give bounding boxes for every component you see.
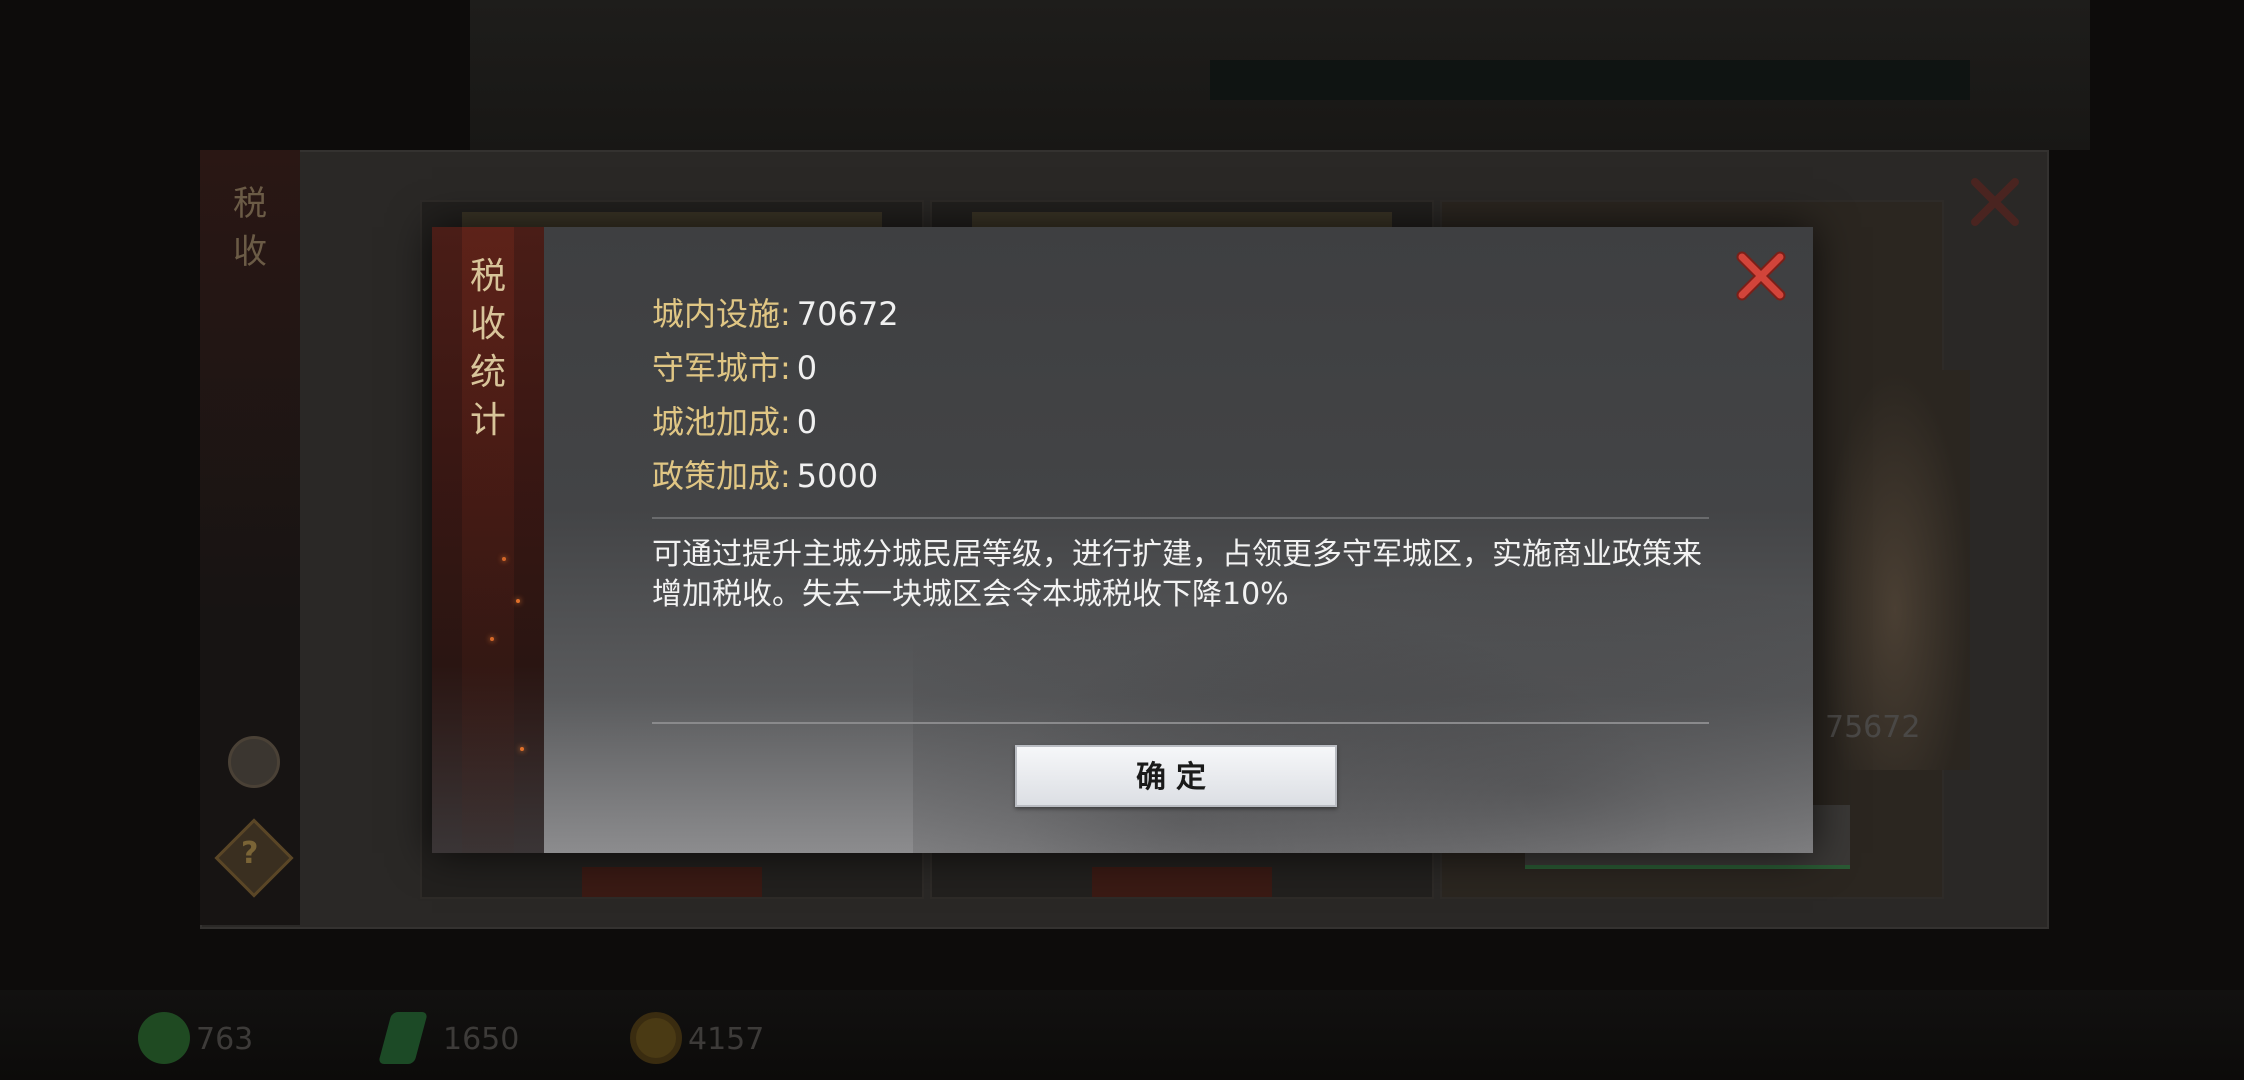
stat-row-garrison-cities: 守军城市: 0 [652, 341, 899, 395]
background-topbar [470, 0, 2090, 150]
background-book-icon [228, 736, 280, 788]
stats-list: 城内设施: 70672 守军城市: 0 城池加成: 0 政策加成: 5000 [652, 287, 899, 503]
stat-value: 70672 [796, 295, 899, 333]
resource-value: 1650 [443, 1022, 520, 1057]
tax-description: 可通过提升主城分城民居等级，进行扩建，占领更多守军城区，实施商业政策来增加税收。… [652, 537, 1702, 612]
divider [652, 722, 1709, 724]
background-close-icon [1971, 178, 2019, 226]
close-icon[interactable] [1732, 247, 1790, 305]
dialog-title-char: 收 [469, 304, 506, 345]
stat-separator: : [780, 403, 791, 441]
stat-label: 城内设施 [652, 295, 781, 333]
background-resource-bar [0, 990, 2244, 1080]
dialog-title-char: 税 [469, 256, 506, 297]
stat-label: 政策加成 [652, 457, 781, 495]
stat-value: 0 [796, 403, 818, 441]
stat-label: 城池加成 [652, 403, 781, 441]
stat-value: 0 [796, 349, 818, 387]
coin-icon [630, 1012, 682, 1064]
resource-value: 4157 [688, 1022, 765, 1057]
dialog-title: 税 收 统 计 [460, 253, 516, 445]
stat-separator: : [780, 349, 791, 387]
stat-label: 守军城市 [652, 349, 781, 387]
confirm-button[interactable]: 确定 [1015, 745, 1337, 807]
tax-statistics-dialog: 税 收 统 计 城内设施: 70672 守军城市: 0 城池加成: 0 政策加成: 50… [432, 227, 1813, 853]
divider [652, 517, 1709, 519]
background-card-value: 75672 [1825, 710, 1921, 745]
stat-row-policy-bonus: 政策加成: 5000 [652, 449, 899, 503]
stat-row-facilities: 城内设施: 70672 [652, 287, 899, 341]
resource-value: 763 [196, 1022, 254, 1057]
stat-separator: : [780, 295, 791, 333]
jade-icon [138, 1012, 190, 1064]
dialog-title-char: 统 [469, 352, 506, 393]
background-topbar-tag [1210, 60, 1970, 100]
stat-separator: : [780, 457, 791, 495]
stat-row-city-bonus: 城池加成: 0 [652, 395, 899, 449]
background-sidebar-title: 税收 [233, 184, 267, 272]
stat-value: 5000 [796, 457, 879, 495]
dialog-title-char: 计 [469, 400, 506, 441]
